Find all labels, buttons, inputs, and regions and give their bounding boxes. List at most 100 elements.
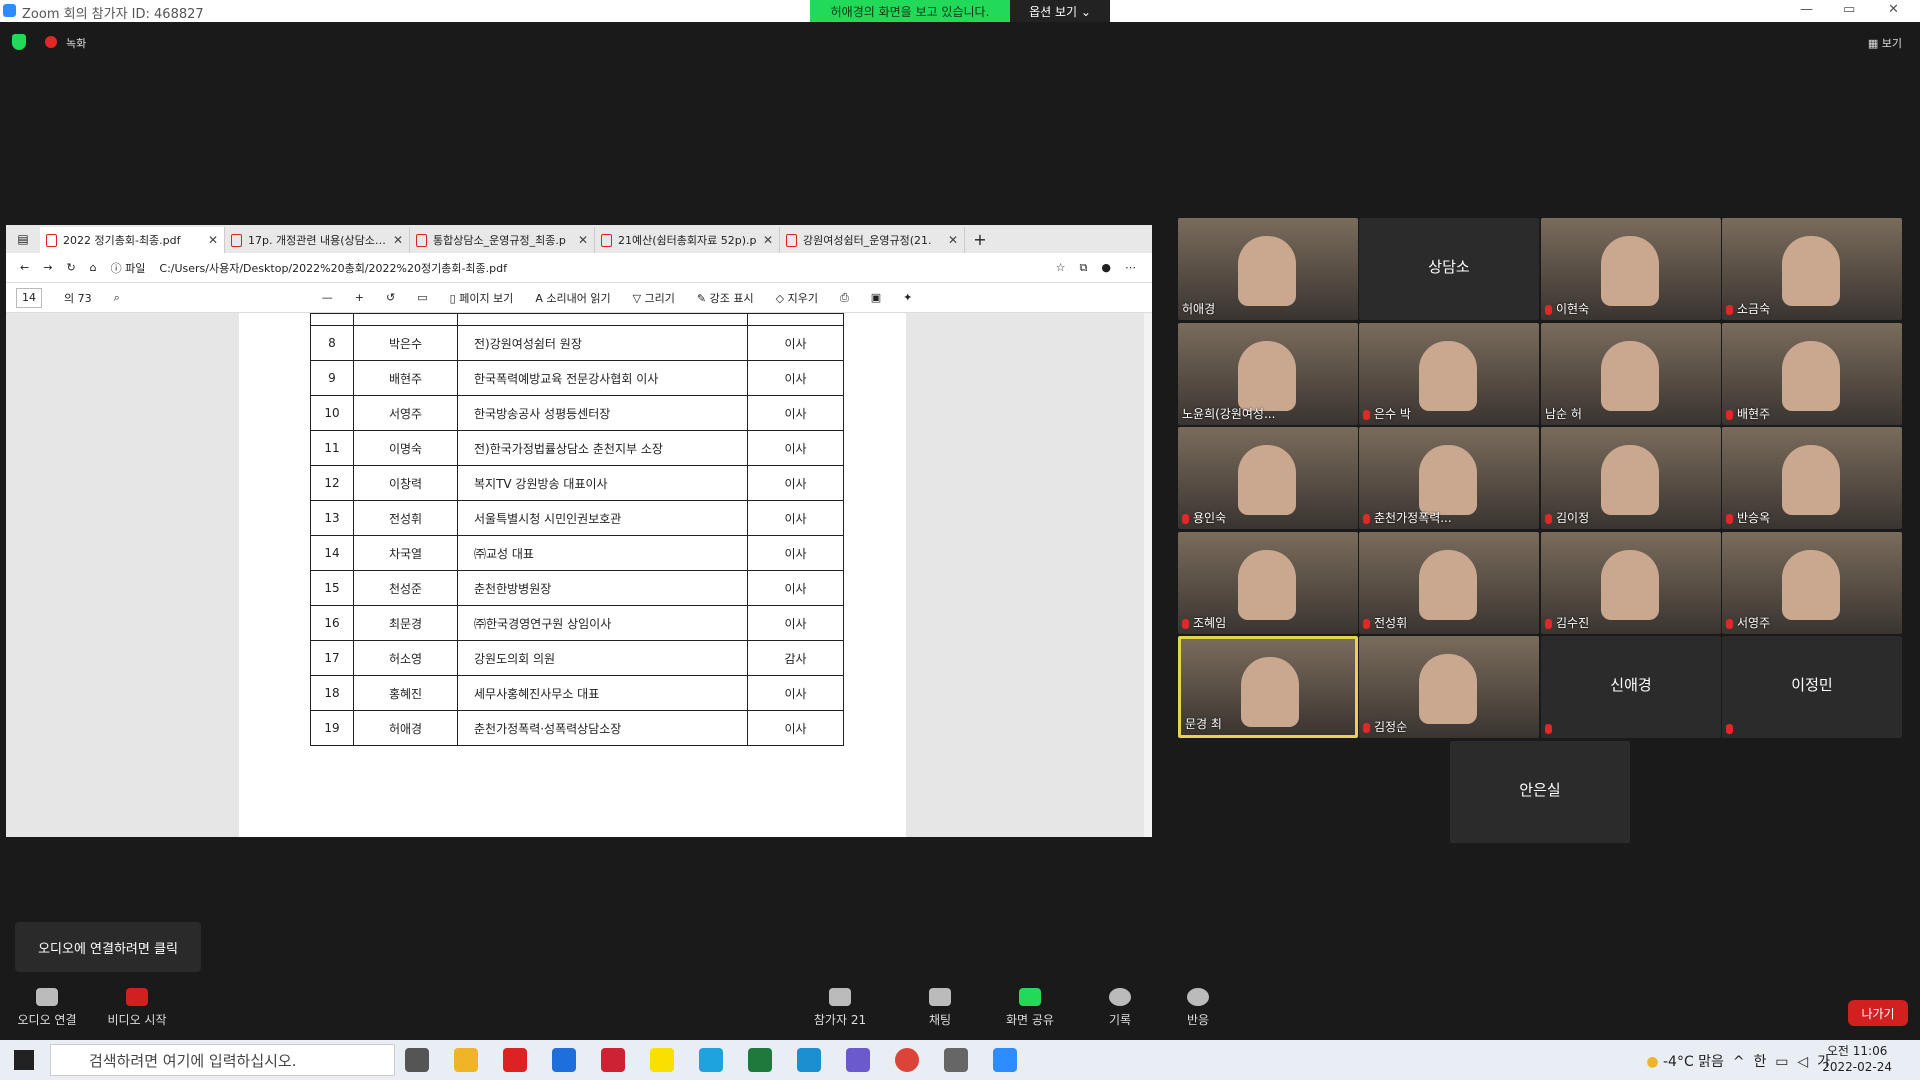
page-number-input[interactable]: 14: [16, 287, 42, 308]
favorite-icon[interactable]: ☆: [1056, 261, 1066, 274]
collections-icon[interactable]: ⧉: [1080, 261, 1088, 275]
browser-tab[interactable]: 통합상담소_운영규정_최종.p ✕: [410, 227, 595, 253]
windows-start-icon[interactable]: [14, 1050, 34, 1070]
draw-button[interactable]: ▽ 그리기: [633, 290, 675, 306]
save-icon[interactable]: ▣: [871, 291, 881, 304]
audio-button[interactable]: 오디오 연결: [12, 988, 82, 1028]
participant-tile[interactable]: 상담소: [1359, 218, 1539, 320]
participant-tile[interactable]: 이정민: [1722, 636, 1902, 738]
browser-tab[interactable]: 21예산(쉼터총회자료 52p).p ✕: [595, 227, 780, 253]
share-screen-button[interactable]: 화면 공유: [1000, 988, 1060, 1028]
zoom-out-icon[interactable]: —: [322, 291, 333, 304]
fit-page-icon[interactable]: ▭: [417, 291, 427, 304]
record-button[interactable]: 기록: [1090, 988, 1150, 1028]
participant-tile[interactable]: 용인숙: [1178, 427, 1358, 529]
network-icon[interactable]: ▭: [1775, 1054, 1788, 1070]
read-aloud-button[interactable]: A 소리내어 읽기: [535, 290, 610, 306]
back-icon[interactable]: ←: [20, 261, 29, 274]
weather-icon[interactable]: ●: [1646, 1054, 1658, 1070]
chrome-icon[interactable]: [895, 1048, 919, 1072]
new-tab-icon[interactable]: +: [965, 230, 995, 249]
pdf-scrollbar[interactable]: [1144, 313, 1152, 837]
participant-tile[interactable]: 은수 박: [1359, 323, 1539, 425]
participant-tile[interactable]: 이현숙: [1541, 218, 1721, 320]
tab-actions-icon[interactable]: ▤: [6, 232, 40, 246]
security-shield-icon[interactable]: [12, 34, 26, 50]
page-view-button[interactable]: ▯ 페이지 보기: [450, 290, 514, 306]
browser-tab[interactable]: 17p. 개정관련 내용(상담소).p ✕: [225, 227, 410, 253]
lang-indicator[interactable]: 한: [1753, 1054, 1766, 1070]
participant-tile[interactable]: 신애경: [1541, 636, 1721, 738]
tab-close-icon[interactable]: ✕: [208, 233, 218, 247]
pdf-viewer[interactable]: 8 박은수 전)강원여성쉼터 원장 이사 9 배현주 한국폭력예방교육 전문강사협회 이사 이…: [6, 313, 1146, 837]
participant-tile[interactable]: 춘천가정폭력...: [1359, 427, 1539, 529]
tray-chevron-icon[interactable]: ^: [1733, 1054, 1745, 1070]
home-icon[interactable]: ⌂: [90, 261, 97, 274]
participant-tile[interactable]: 남순 허: [1541, 323, 1721, 425]
more-icon[interactable]: ⋯: [1125, 261, 1152, 274]
edge-icon[interactable]: [797, 1048, 821, 1072]
hwp-icon[interactable]: [552, 1048, 576, 1072]
participant-tile[interactable]: 반승옥: [1722, 427, 1902, 529]
participant-tile[interactable]: 전성휘: [1359, 532, 1539, 634]
participant-tile[interactable]: 소금숙: [1722, 218, 1902, 320]
file-explorer-icon[interactable]: [454, 1048, 478, 1072]
highlight-button[interactable]: ✎ 강조 표시: [697, 290, 754, 306]
excel-icon[interactable]: [748, 1048, 772, 1072]
kakaotalk-icon[interactable]: [650, 1048, 674, 1072]
maximize-icon[interactable]: ▭: [1843, 2, 1855, 17]
ie-icon[interactable]: [699, 1048, 723, 1072]
url-field[interactable]: C:/Users/사용자/Desktop/2022%20총회/2022%20정기…: [159, 260, 1041, 276]
reactions-button[interactable]: 반응: [1168, 988, 1228, 1028]
browser-tab[interactable]: 2022 정기총회-최종.pdf ✕: [40, 227, 225, 253]
close-icon[interactable]: ✕: [1888, 2, 1899, 17]
leave-button[interactable]: 나가기: [1848, 1000, 1908, 1026]
tab-close-icon[interactable]: ✕: [948, 233, 958, 247]
tab-close-icon[interactable]: ✕: [763, 233, 773, 247]
participants-button[interactable]: 참가자 21: [810, 988, 870, 1028]
table-cell-org: 세무사홍혜진사무소 대표: [457, 675, 748, 711]
forward-icon[interactable]: →: [43, 261, 52, 274]
weather-text[interactable]: -4°C 맑음: [1663, 1054, 1724, 1070]
participant-tile[interactable]: 허애경: [1178, 218, 1358, 320]
tab-close-icon[interactable]: ✕: [578, 233, 588, 247]
task-view-icon[interactable]: [405, 1048, 429, 1072]
clock[interactable]: 오전 11:06 2022-02-24: [1822, 1043, 1892, 1075]
refresh-icon[interactable]: ↻: [66, 261, 75, 274]
minimize-icon[interactable]: —: [1800, 2, 1813, 17]
audio-tooltip[interactable]: 오디오에 연결하려면 클릭: [15, 922, 201, 972]
acrobat-icon[interactable]: [503, 1048, 527, 1072]
participant-tile[interactable]: 배현주: [1722, 323, 1902, 425]
zoom-in-icon[interactable]: +: [355, 291, 364, 304]
pdf-search-icon[interactable]: ⌕: [114, 291, 120, 305]
volume-icon[interactable]: ◁: [1797, 1054, 1808, 1070]
zoom-app-icon[interactable]: [993, 1048, 1017, 1072]
participant-tile[interactable]: 문경 최: [1178, 636, 1358, 738]
participant-tile[interactable]: 서영주: [1722, 532, 1902, 634]
participant-tile[interactable]: 안은실: [1450, 741, 1630, 843]
table-cell-name: 이명숙: [353, 430, 458, 466]
erase-button[interactable]: ◇ 지우기: [776, 290, 818, 306]
video-button[interactable]: 비디오 시작: [102, 988, 172, 1028]
record-label[interactable]: 녹화: [66, 35, 86, 51]
taskbar-search-input[interactable]: 검색하려면 여기에 입력하십시오.: [50, 1044, 395, 1076]
pin-icon[interactable]: ✦: [903, 291, 912, 304]
pen-icon[interactable]: [846, 1048, 870, 1072]
info-icon[interactable]: ⓘ 파일: [111, 260, 146, 276]
rotate-icon[interactable]: ↺: [386, 291, 395, 304]
calculator-icon[interactable]: [944, 1048, 968, 1072]
profile-icon[interactable]: ●: [1101, 261, 1111, 274]
tab-close-icon[interactable]: ✕: [393, 233, 403, 247]
chat-button[interactable]: 채팅: [910, 988, 970, 1028]
chat-label: 채팅: [928, 1013, 952, 1027]
view-button[interactable]: ▦ 보기: [1868, 35, 1902, 51]
print-icon[interactable]: ⎙: [840, 291, 849, 305]
paint-icon[interactable]: [601, 1048, 625, 1072]
participant-tile[interactable]: 김이정: [1541, 427, 1721, 529]
participant-tile[interactable]: 조혜임: [1178, 532, 1358, 634]
participant-tile[interactable]: 김정순: [1359, 636, 1539, 738]
participant-tile[interactable]: 김수진: [1541, 532, 1721, 634]
view-options-button[interactable]: 옵션 보기 ⌄: [1010, 0, 1110, 22]
browser-tab[interactable]: 강원여성쉼터_운영규정(21. ✕: [780, 227, 965, 253]
participant-tile[interactable]: 노윤희(강원여성...: [1178, 323, 1358, 425]
